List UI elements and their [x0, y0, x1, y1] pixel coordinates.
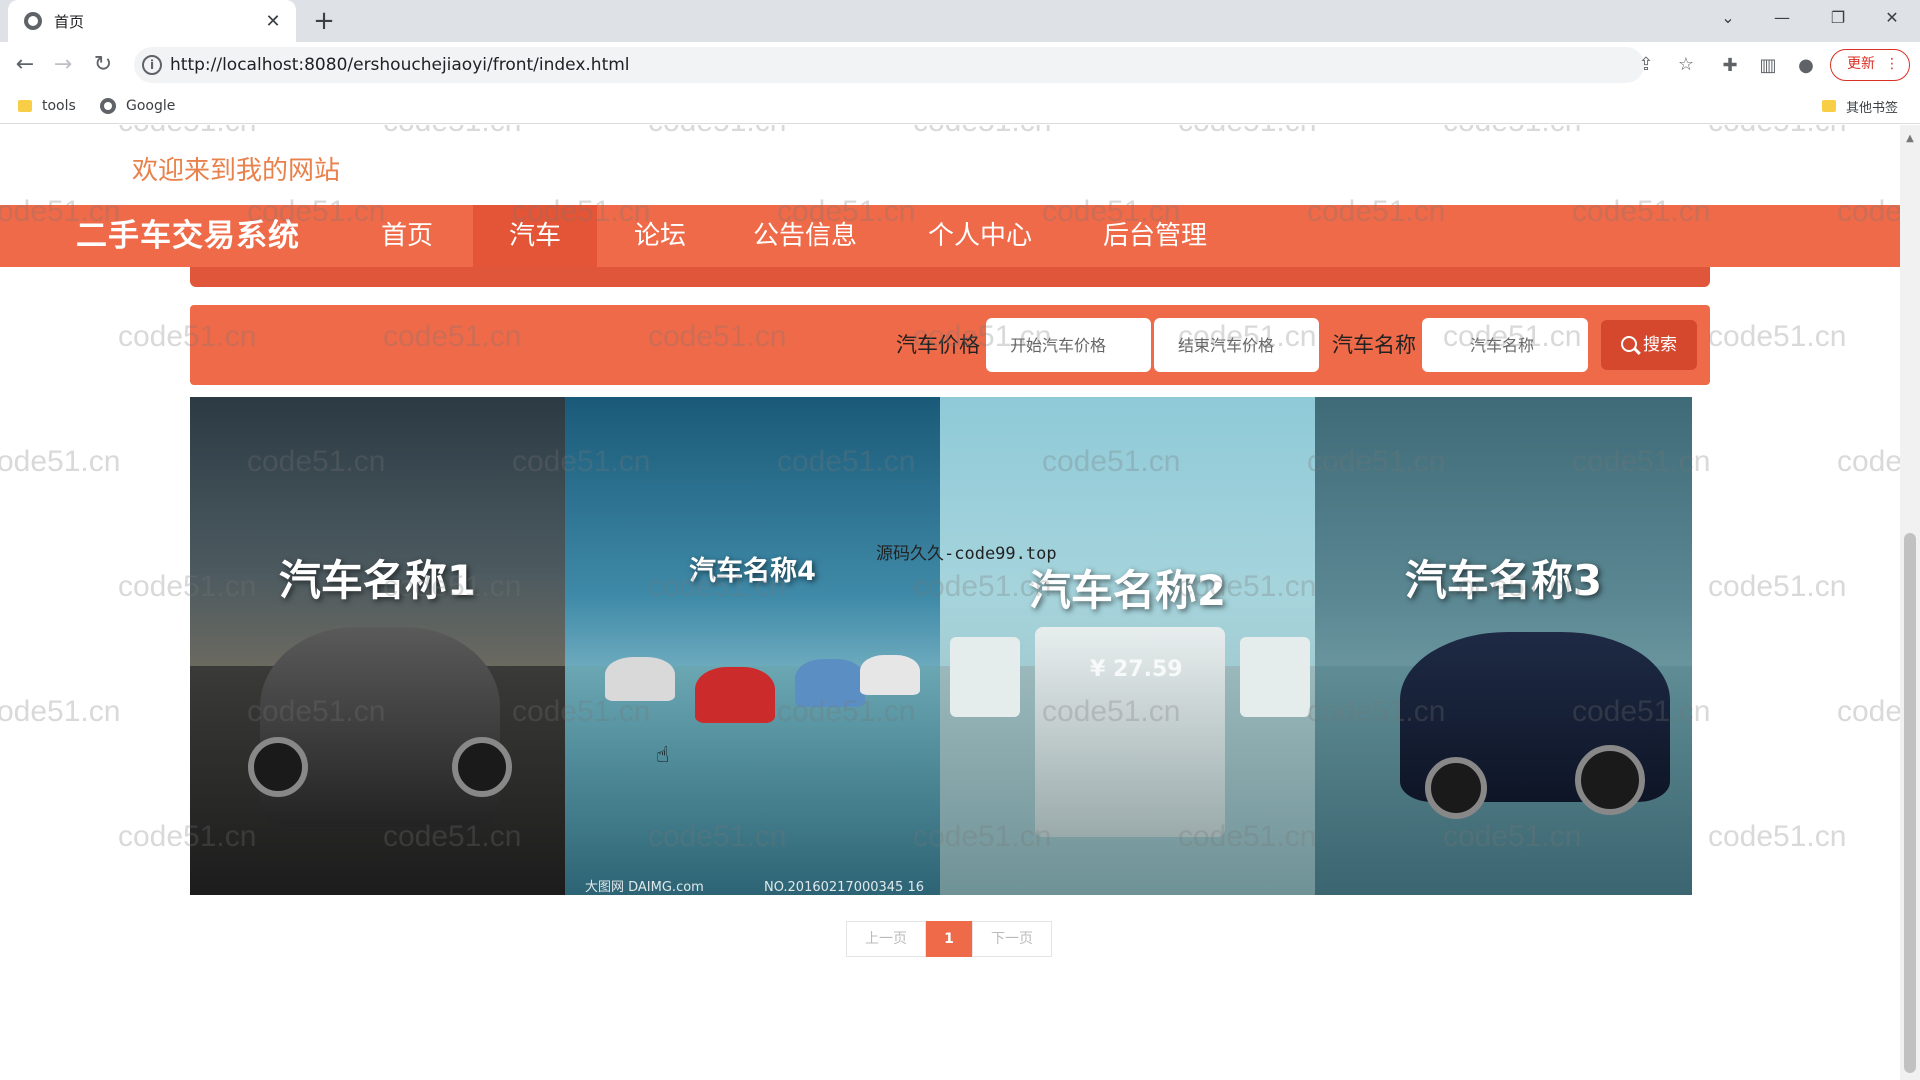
- pagination: 上一页 1 下一页: [846, 921, 1052, 957]
- back-icon[interactable]: ←: [8, 48, 42, 82]
- watermark-text: code51.cn: [1178, 125, 1316, 139]
- update-button[interactable]: 更新 ⋮: [1830, 49, 1910, 81]
- car-shape: [795, 659, 865, 707]
- navbar-underline: [190, 267, 1710, 287]
- other-bookmarks-label: 其他书签: [1846, 100, 1899, 116]
- watermark-text: code51.cn: [0, 445, 121, 478]
- mouse-cursor-icon: ☝: [656, 743, 670, 768]
- search-button-label: 搜索: [1643, 335, 1677, 355]
- new-tab-button[interactable]: +: [308, 6, 340, 38]
- watermark-text: code51.cn: [1708, 820, 1847, 853]
- tab-search-icon[interactable]: ⌄: [1700, 0, 1756, 36]
- scroll-up-arrow-icon[interactable]: ▲: [1900, 133, 1920, 144]
- nav-announcements[interactable]: 公告信息: [740, 205, 870, 267]
- address-bar[interactable]: i http://localhost:8080/ershouchejiaoyi/…: [134, 47, 1694, 83]
- car-card[interactable]: 汽车名称3: [1315, 397, 1692, 895]
- watermark-text: code51.cn: [0, 695, 121, 728]
- bookmark-label: Google: [126, 98, 176, 114]
- minimize-icon[interactable]: —: [1754, 0, 1810, 36]
- page-scrollbar[interactable]: ▲: [1900, 125, 1920, 1080]
- main-navbar: 二手车交易系统 首页 汽车 论坛 公告信息 个人中心 后台管理: [0, 205, 1900, 267]
- watermark-text: code51.cn: [1708, 570, 1847, 603]
- update-label: 更新: [1847, 56, 1875, 72]
- price-end-input[interactable]: [1154, 318, 1319, 372]
- car-wheel: [1425, 757, 1487, 819]
- name-label: 汽车名称: [1332, 333, 1416, 357]
- car-card[interactable]: 汽车名称4 大图网 DAIMG.com NO.20160217000345 16: [565, 397, 940, 895]
- car-shape: [950, 637, 1020, 717]
- car-wheel: [1575, 745, 1645, 815]
- nav-forum[interactable]: 论坛: [600, 205, 720, 267]
- page-number-current[interactable]: 1: [926, 921, 972, 957]
- tab-title: 首页: [54, 12, 85, 31]
- image-stamp-right: NO.20160217000345 16: [763, 880, 924, 895]
- watermark-text: code51.cn: [383, 125, 521, 139]
- browser-toolbar: ← → ↻ i http://localhost:8080/ershouchej…: [0, 42, 1920, 88]
- watermark-text: code51.cn: [648, 125, 786, 139]
- browser-tab[interactable]: 首页 ✕: [8, 0, 296, 42]
- browser-tab-strip: 首页 ✕ + ⌄ — ❐ ✕: [0, 0, 1920, 42]
- image-stamp-left: 大图网 DAIMG.com: [585, 880, 704, 895]
- car-title[interactable]: 汽车名称3: [1315, 547, 1692, 608]
- price-start-input[interactable]: [986, 318, 1151, 372]
- car-card[interactable]: 汽车名称1: [190, 397, 565, 895]
- side-panel-icon[interactable]: ▥: [1756, 54, 1780, 78]
- price-label: 汽车价格: [896, 333, 980, 357]
- watermark-text: code51.cn: [1443, 125, 1581, 139]
- reload-icon[interactable]: ↻: [86, 48, 120, 82]
- search-icon: [1621, 336, 1637, 352]
- url-text[interactable]: http://localhost:8080/ershouchejiaoyi/fr…: [170, 47, 630, 83]
- page-viewport: 欢迎来到我的网站 二手车交易系统 首页 汽车 论坛 公告信息 个人中心 后台管理…: [0, 125, 1920, 1080]
- welcome-text: 欢迎来到我的网站: [132, 156, 341, 186]
- prev-page-button[interactable]: 上一页: [846, 921, 926, 957]
- close-tab-icon[interactable]: ✕: [262, 11, 284, 32]
- bookmark-label: tools: [42, 98, 76, 114]
- nav-personal-center[interactable]: 个人中心: [900, 205, 1060, 267]
- car-shape: [860, 655, 920, 695]
- car-list: 汽车名称1 汽车名称4 大图网 DAIMG.com NO.20160217000…: [190, 397, 1692, 895]
- bookmark-google[interactable]: Google: [100, 96, 175, 116]
- nav-home[interactable]: 首页: [346, 205, 468, 267]
- car-shape: [605, 657, 675, 701]
- car-wheel: [248, 737, 308, 797]
- car-title[interactable]: 汽车名称1: [190, 547, 565, 608]
- car-title[interactable]: 汽车名称2: [940, 557, 1315, 618]
- menu-dots-icon[interactable]: ⋮: [1885, 50, 1899, 79]
- car-shape: [260, 627, 500, 827]
- nav-cars[interactable]: 汽车: [473, 205, 597, 267]
- watermark-text: code51.cn: [913, 125, 1051, 139]
- site-brand: 二手车交易系统: [76, 218, 300, 254]
- bookmarks-bar: tools Google 其他书签: [0, 88, 1920, 124]
- folder-icon: [1822, 100, 1836, 112]
- extensions-icon[interactable]: ✚: [1718, 54, 1742, 78]
- other-bookmarks[interactable]: 其他书签: [1822, 96, 1898, 116]
- watermark-text: code51.cn: [118, 125, 256, 139]
- window-close-icon[interactable]: ✕: [1864, 0, 1920, 36]
- bookmark-tools[interactable]: tools: [18, 96, 76, 116]
- search-button[interactable]: 搜索: [1601, 320, 1697, 370]
- scroll-thumb[interactable]: [1904, 533, 1916, 1073]
- car-name-input[interactable]: [1422, 318, 1588, 372]
- globe-icon: [100, 98, 116, 114]
- nav-admin[interactable]: 后台管理: [1075, 205, 1235, 267]
- watermark-text: code51.cn: [1708, 125, 1846, 139]
- next-page-button[interactable]: 下一页: [972, 921, 1052, 957]
- forward-icon[interactable]: →: [46, 48, 80, 82]
- car-card[interactable]: 汽车名称2 ¥ 27.59: [940, 397, 1315, 895]
- profile-avatar-icon[interactable]: ●: [1794, 54, 1818, 78]
- image-price-text: ¥ 27.59: [1090, 657, 1183, 682]
- car-wheel: [452, 737, 512, 797]
- overlay-watermark-text: 源码久久-code99.top: [876, 544, 1057, 564]
- restore-icon[interactable]: ❐: [1810, 0, 1866, 36]
- search-bar: 汽车价格 汽车名称 搜索: [190, 305, 1710, 385]
- bookmark-star-icon[interactable]: ☆: [1674, 53, 1698, 77]
- watermark-text: code51.cn: [1708, 320, 1847, 353]
- car-shape: [1240, 637, 1310, 717]
- site-info-icon[interactable]: i: [142, 55, 162, 75]
- globe-icon: [24, 12, 42, 30]
- share-icon[interactable]: ⇪: [1634, 53, 1658, 77]
- car-shape: [695, 667, 775, 723]
- folder-icon: [18, 100, 32, 112]
